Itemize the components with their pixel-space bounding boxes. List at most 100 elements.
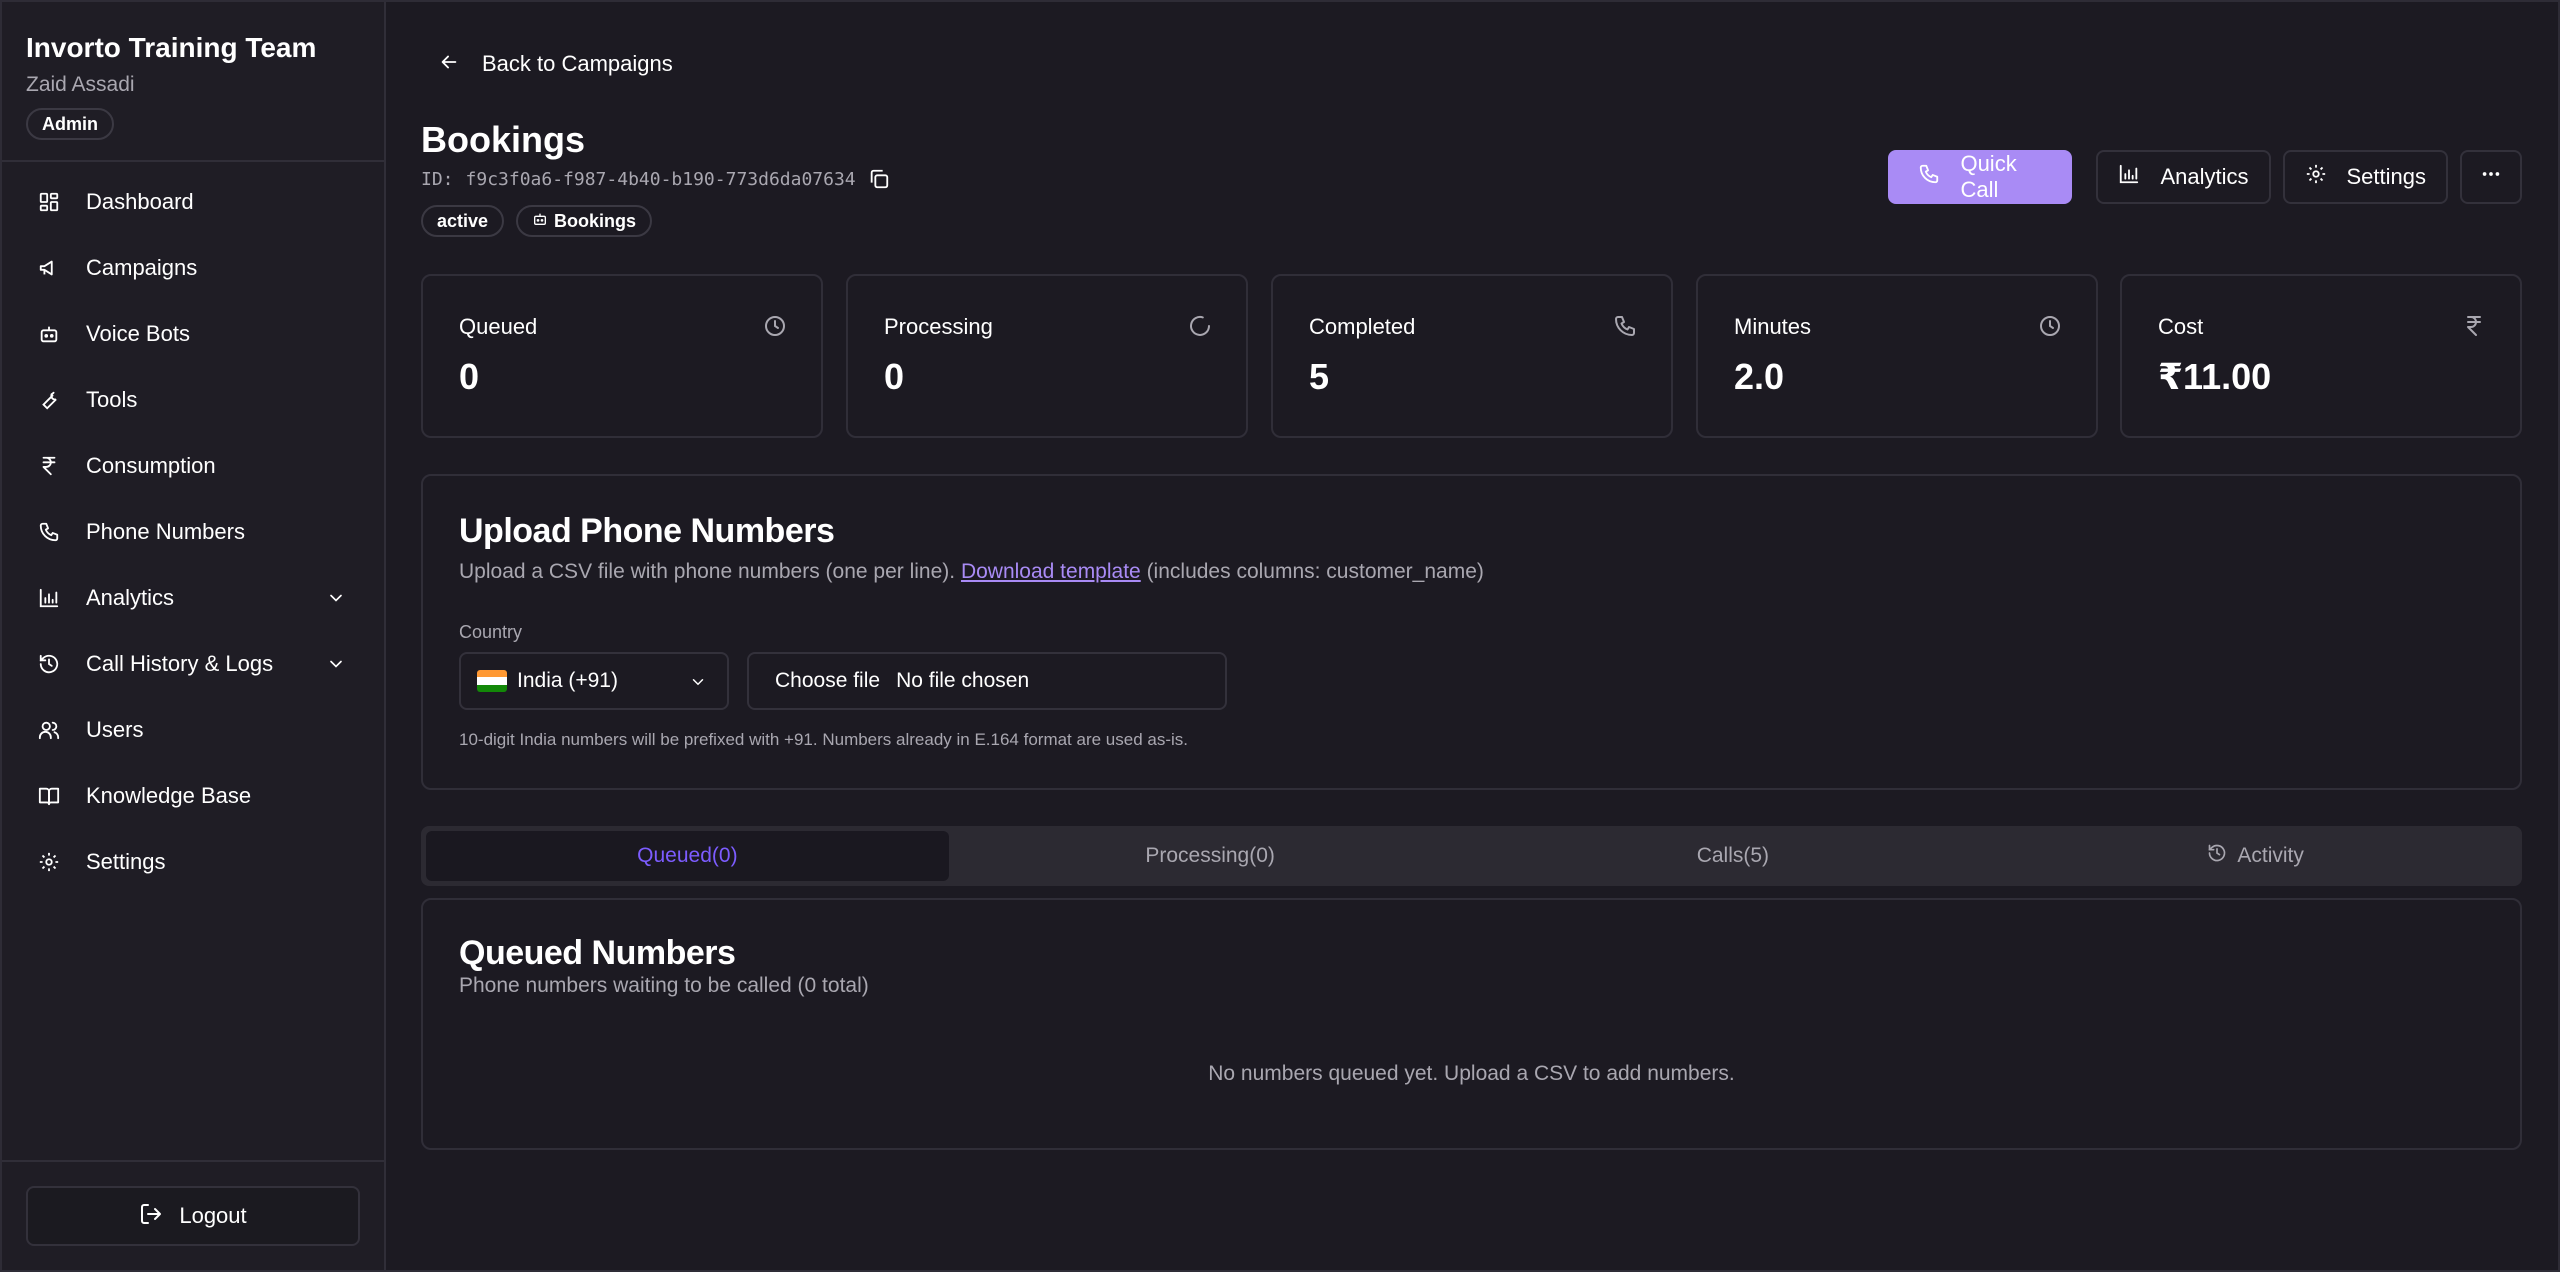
campaign-tags: active Bookings [421, 205, 653, 237]
stat-value: 0 [884, 356, 905, 397]
phone-icon [1918, 163, 1940, 191]
bot-icon [38, 323, 60, 345]
page-title: Bookings [421, 119, 586, 160]
history-icon [2207, 843, 2227, 869]
sidebar-item-label: Phone Numbers [86, 519, 245, 544]
sidebar-divider [0, 160, 384, 162]
sidebar-item-analytics[interactable]: Analytics [20, 570, 364, 626]
sidebar-item-phone-numbers[interactable]: Phone Numbers [20, 504, 364, 560]
copy-icon[interactable] [868, 168, 890, 190]
stat-label: Queued [459, 314, 538, 339]
sidebar-item-label: Settings [86, 849, 166, 874]
stat-value: ₹11.00 [2158, 356, 2272, 397]
country-select[interactable]: India (+91) [459, 652, 729, 710]
stat-card-cost: Cost ₹11.00 [2120, 274, 2522, 438]
csv-file-input[interactable]: Choose file No file chosen [747, 652, 1227, 710]
download-template-link[interactable]: Download template [961, 560, 1141, 583]
stat-label: Completed [1309, 314, 1416, 339]
stat-value: 0 [459, 356, 480, 397]
upload-hint: 10-digit India numbers will be prefixed … [459, 730, 1188, 749]
logout-button[interactable]: Logout [26, 1186, 360, 1246]
org-block: Invorto Training Team Zaid Assadi Admin [26, 30, 366, 140]
bot-label: Bookings [554, 210, 637, 231]
queued-title: Queued Numbers [459, 934, 736, 972]
spinner-icon [1188, 314, 1212, 338]
tab-processing[interactable]: Processing(0) [949, 831, 1472, 881]
history-icon [38, 653, 60, 675]
country-value: India (+91) [517, 669, 618, 692]
back-label: Back to Campaigns [482, 51, 673, 76]
rupee-icon [2462, 314, 2486, 338]
sidebar-item-consumption[interactable]: Consumption [20, 438, 364, 494]
sidebar-item-call-history[interactable]: Call History & Logs [20, 636, 364, 692]
analytics-button[interactable]: Analytics [2096, 150, 2271, 204]
stat-card-queued: Queued 0 [421, 274, 823, 438]
header-actions: Quick Call Analytics Settings [1888, 150, 2522, 204]
upload-description: Upload a CSV file with phone numbers (on… [459, 560, 1484, 584]
role-badge: Admin [26, 108, 114, 140]
sidebar-item-label: Voice Bots [86, 321, 190, 346]
settings-label: Settings [2346, 164, 2427, 189]
clock-icon [2038, 314, 2062, 338]
upload-desc-before: Upload a CSV file with phone numbers (on… [459, 560, 961, 583]
wrench-icon [38, 389, 60, 411]
stat-value: 2.0 [1734, 356, 1785, 397]
book-icon [38, 785, 60, 807]
chevron-down-icon[interactable] [326, 588, 346, 608]
gear-icon [38, 851, 60, 873]
bot-badge: Bookings [516, 205, 653, 237]
tab-queued[interactable]: Queued(0) [426, 831, 949, 881]
tab-label: Activity [2237, 844, 2304, 867]
logout-icon [139, 1202, 163, 1231]
tab-calls[interactable]: Calls(5) [1472, 831, 1995, 881]
stat-label: Minutes [1734, 314, 1812, 339]
sidebar-item-knowledge-base[interactable]: Knowledge Base [20, 768, 364, 824]
stat-card-minutes: Minutes 2.0 [1696, 274, 2098, 438]
status-badge: active [421, 205, 505, 237]
megaphone-icon [38, 257, 60, 279]
sidebar-item-settings[interactable]: Settings [20, 834, 364, 890]
tab-activity[interactable]: Activity [1994, 831, 2517, 881]
tab-label: Queued(0) [637, 844, 738, 867]
settings-button[interactable]: Settings [2282, 150, 2448, 204]
sidebar-item-voice-bots[interactable]: Voice Bots [20, 306, 364, 362]
tab-label: Processing(0) [1145, 844, 1275, 867]
org-name: Invorto Training Team [26, 32, 317, 63]
more-horizontal-icon [2480, 163, 2502, 191]
empty-state-message: No numbers queued yet. Upload a CSV to a… [1208, 1062, 1735, 1085]
quick-call-button[interactable]: Quick Call [1888, 150, 2073, 204]
analytics-label: Analytics [2160, 164, 2249, 189]
sidebar-item-tools[interactable]: Tools [20, 372, 364, 428]
users-icon [38, 719, 60, 741]
sidebar-item-dashboard[interactable]: Dashboard [20, 174, 364, 230]
sidebar-item-label: Tools [86, 387, 138, 412]
phone-icon [1613, 314, 1637, 338]
sidebar-item-label: Call History & Logs [86, 651, 274, 676]
upload-panel: Upload Phone Numbers Upload a CSV file w… [421, 474, 2522, 790]
phone-icon [38, 521, 60, 543]
choose-file-button[interactable]: Choose file [775, 669, 880, 693]
status-label: active [437, 210, 489, 231]
sidebar-item-users[interactable]: Users [20, 702, 364, 758]
quick-call-label: Quick Call [1960, 151, 2017, 202]
sidebar-item-label: Dashboard [86, 189, 194, 214]
india-flag-icon [477, 670, 507, 692]
sidebar-item-label: Campaigns [86, 255, 198, 280]
chevron-down-icon[interactable] [326, 654, 346, 674]
stat-label: Processing [884, 314, 993, 339]
sidebar-item-campaigns[interactable]: Campaigns [20, 240, 364, 296]
more-options-button[interactable] [2460, 150, 2522, 204]
back-to-campaigns-link[interactable]: Back to Campaigns [438, 46, 673, 82]
file-status: No file chosen [896, 669, 1030, 692]
stat-card-processing: Processing 0 [846, 274, 1248, 438]
rupee-icon [38, 455, 60, 477]
sidebar-divider [0, 1160, 384, 1162]
queued-subtitle: Phone numbers waiting to be called (0 to… [459, 974, 869, 997]
sidebar-item-label: Knowledge Base [86, 783, 252, 808]
stat-card-completed: Completed 5 [1271, 274, 1673, 438]
country-label: Country [459, 622, 523, 642]
sidebar-item-label: Users [86, 717, 144, 742]
sidebar-item-label: Consumption [86, 453, 216, 478]
clock-icon [763, 314, 787, 338]
campaign-id-row: ID: f9c3f0a6-f987-4b40-b190-773d6da07634 [421, 168, 890, 190]
